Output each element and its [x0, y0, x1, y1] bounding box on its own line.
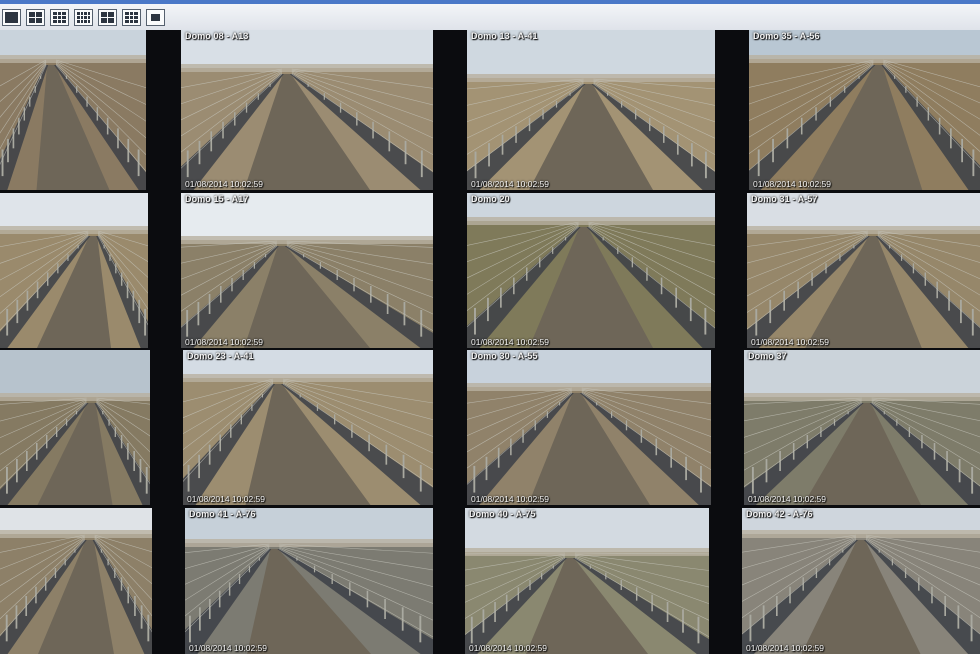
- feed-image: [0, 350, 150, 505]
- camera-feed: [183, 350, 433, 505]
- camera-tile[interactable]: Domo 30 - A-55 01/08/2014 10:02:59: [467, 350, 711, 505]
- camera-title: Domo 35 - A-56: [753, 31, 820, 41]
- camera-timestamp: 01/08/2014 10:02:59: [471, 494, 549, 504]
- feed-image: [467, 350, 711, 505]
- camera-title: Domo 20: [471, 194, 510, 204]
- feed-image: [0, 30, 146, 190]
- camera-tile[interactable]: [0, 193, 148, 348]
- feed-image: [744, 350, 980, 505]
- camera-feed: [0, 508, 152, 654]
- camera-feed: [742, 508, 980, 654]
- feed-image: [181, 193, 433, 348]
- camera-title: Domo 42 - A-76: [746, 509, 813, 519]
- camera-grid: Domo 08 - A13 01/08/2014 10:02:59 Domo 1…: [0, 30, 980, 654]
- camera-tile[interactable]: Domo 37 01/08/2014 10:02:59: [744, 350, 980, 505]
- camera-timestamp: 01/08/2014 10:02:59: [471, 337, 549, 347]
- layout-3x3-icon[interactable]: [50, 8, 69, 26]
- feed-image: [0, 508, 152, 654]
- camera-title: Domo 40 - A-75: [469, 509, 536, 519]
- camera-timestamp: 01/08/2014 10:02:59: [746, 643, 824, 653]
- camera-title: Domo 31 - A-57: [751, 194, 818, 204]
- camera-tile[interactable]: [0, 508, 152, 654]
- feed-image: [742, 508, 980, 654]
- camera-feed: [465, 508, 709, 654]
- camera-title: Domo 37: [748, 351, 787, 361]
- camera-tile[interactable]: Domo 08 - A13 01/08/2014 10:02:59: [181, 30, 433, 190]
- camera-timestamp: 01/08/2014 10:02:59: [469, 643, 547, 653]
- layout-1x1-icon[interactable]: [2, 8, 21, 26]
- feed-image: [181, 30, 433, 190]
- camera-timestamp: 01/08/2014 10:02:59: [753, 179, 831, 189]
- camera-title: Domo 15 - A17: [185, 194, 249, 204]
- camera-title: Domo 41 - A-76: [189, 509, 256, 519]
- feed-image: [749, 30, 980, 190]
- camera-timestamp: 01/08/2014 10:02:59: [471, 179, 549, 189]
- camera-timestamp: 01/08/2014 10:02:59: [185, 179, 263, 189]
- feed-image: [467, 193, 715, 348]
- camera-tile[interactable]: [0, 350, 150, 505]
- camera-feed: [181, 30, 433, 190]
- camera-feed: [747, 193, 980, 348]
- feed-image: [185, 508, 433, 654]
- camera-tile[interactable]: Domo 15 - A17 01/08/2014 10:02:59: [181, 193, 433, 348]
- camera-title: Domo 13 - A-41: [471, 31, 538, 41]
- camera-tile[interactable]: Domo 42 - A-76 01/08/2014 10:02:59: [742, 508, 980, 654]
- camera-title: Domo 30 - A-55: [471, 351, 538, 361]
- fullscreen-icon[interactable]: [146, 8, 165, 26]
- camera-tile[interactable]: Domo 41 - A-76 01/08/2014 10:02:59: [185, 508, 433, 654]
- camera-feed: [0, 350, 150, 505]
- feed-image: [465, 508, 709, 654]
- camera-feed: [467, 30, 715, 190]
- camera-timestamp: 01/08/2014 10:02:59: [185, 337, 263, 347]
- layout-3x4-icon[interactable]: [74, 8, 93, 26]
- camera-feed: [467, 350, 711, 505]
- layout-4x4-icon[interactable]: [98, 8, 117, 26]
- layout-toolbar: [0, 0, 980, 30]
- camera-timestamp: 01/08/2014 10:02:59: [187, 494, 265, 504]
- camera-tile[interactable]: Domo 31 - A-57 01/08/2014 10:02:59: [747, 193, 980, 348]
- camera-tile[interactable]: Domo 35 - A-56 01/08/2014 10:02:59: [749, 30, 980, 190]
- camera-tile[interactable]: Domo 13 - A-41 01/08/2014 10:02:59: [467, 30, 715, 190]
- camera-tile[interactable]: Domo 20 01/08/2014 10:02:59: [467, 193, 715, 348]
- camera-tile[interactable]: Domo 40 - A-75 01/08/2014 10:02:59: [465, 508, 709, 654]
- layout-5x5-icon[interactable]: [122, 8, 141, 26]
- camera-feed: [749, 30, 980, 190]
- camera-feed: [185, 508, 433, 654]
- camera-feed: [181, 193, 433, 348]
- camera-feed: [744, 350, 980, 505]
- feed-image: [183, 350, 433, 505]
- camera-feed: [467, 193, 715, 348]
- camera-timestamp: 01/08/2014 10:02:59: [189, 643, 267, 653]
- camera-feed: [0, 30, 146, 190]
- feed-image: [747, 193, 980, 348]
- feed-image: [467, 30, 715, 190]
- camera-feed: [0, 193, 148, 348]
- camera-title: Domo 23 - A-41: [187, 351, 254, 361]
- camera-title: Domo 08 - A13: [185, 31, 249, 41]
- camera-timestamp: 01/08/2014 10:02:59: [748, 494, 826, 504]
- layout-2x2-icon[interactable]: [26, 8, 45, 26]
- camera-tile[interactable]: Domo 23 - A-41 01/08/2014 10:02:59: [183, 350, 433, 505]
- camera-timestamp: 01/08/2014 10:02:59: [751, 337, 829, 347]
- camera-tile[interactable]: [0, 30, 146, 190]
- feed-image: [0, 193, 148, 348]
